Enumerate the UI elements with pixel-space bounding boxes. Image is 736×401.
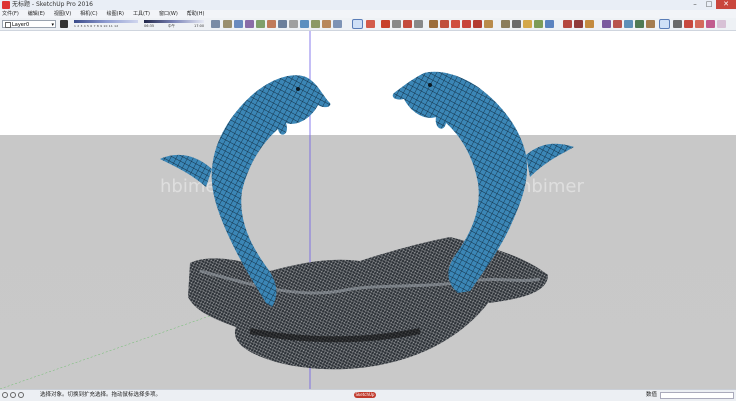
line-tool-icon[interactable]: [684, 20, 693, 28]
shadow-scale: 1 2 3 4 5 6 7 8 9 10 11 12: [74, 24, 119, 28]
measurements-input[interactable]: [660, 392, 734, 399]
pan-icon[interactable]: [333, 20, 342, 28]
dolphin-model: hbimer hbimer: [0, 31, 584, 389]
select-arrow-icon[interactable]: [352, 19, 363, 29]
tape-measure-icon[interactable]: [501, 20, 510, 28]
tape-icon[interactable]: [234, 20, 243, 28]
orbit-icon[interactable]: [322, 20, 331, 28]
menu-help[interactable]: 帮助(H): [187, 10, 205, 18]
paint-bucket-icon[interactable]: [673, 20, 682, 28]
3d-text-icon[interactable]: [278, 20, 287, 28]
credits-icon[interactable]: [10, 392, 16, 398]
menu-bar: 文件(F) 编辑(E) 视图(V) 相机(C) 绘图(R) 工具(T) 窗口(W…: [0, 10, 736, 18]
menu-window[interactable]: 窗口(W): [159, 10, 178, 18]
position-camera-icon[interactable]: [289, 20, 298, 28]
look-around-icon[interactable]: [311, 20, 320, 28]
status-bar: 选择对象。切换到扩充选择。拖动鼠标选择多项。 SketchUp 数值: [0, 389, 736, 401]
layer-select[interactable]: Layer0 ▾: [2, 20, 56, 28]
time-bar: [144, 20, 204, 23]
status-message: 选择对象。切换到扩充选择。拖动鼠标选择多项。: [40, 392, 162, 398]
style-shaded-icon[interactable]: [624, 20, 633, 28]
dimension-icon[interactable]: [267, 20, 276, 28]
rotate-icon[interactable]: [462, 20, 471, 28]
push-pull-icon[interactable]: [429, 20, 438, 28]
protractor-icon[interactable]: [245, 20, 254, 28]
time-slider[interactable]: 06:35 中午 17:00: [144, 19, 206, 29]
select-tool-icon[interactable]: [659, 19, 670, 29]
pencil-icon[interactable]: [381, 20, 390, 28]
minimize-button[interactable]: –: [688, 0, 702, 9]
menu-draw[interactable]: 绘图(R): [107, 10, 124, 18]
scale-icon[interactable]: [473, 20, 482, 28]
extension-warehouse-icon[interactable]: [574, 20, 583, 28]
shapes-icon[interactable]: [403, 20, 412, 28]
zoom-icon[interactable]: [545, 20, 554, 28]
axes-icon[interactable]: [223, 20, 232, 28]
style-mono-icon[interactable]: [646, 20, 655, 28]
time-start: 06:35: [144, 24, 155, 28]
walk-icon[interactable]: [300, 20, 309, 28]
menu-view[interactable]: 视图(V): [54, 10, 71, 18]
menu-file[interactable]: 文件(F): [2, 10, 19, 18]
follow-me-icon[interactable]: [484, 20, 493, 28]
layout-icon[interactable]: [585, 20, 594, 28]
rectangle-tool-icon[interactable]: [717, 20, 726, 28]
layer-visible-checkbox[interactable]: [5, 22, 11, 28]
help-icon[interactable]: [18, 392, 24, 398]
main-toolbar: Layer0 ▾ 1 2 3 4 5 6 7 8 9 10 11 12 06:3…: [0, 18, 736, 31]
shadow-bar: [74, 20, 138, 23]
line-dropdown-icon[interactable]: [392, 20, 401, 28]
text-icon[interactable]: [256, 20, 265, 28]
orbit-tool-icon[interactable]: [534, 20, 543, 28]
warehouse-icon[interactable]: [563, 20, 572, 28]
close-button[interactable]: ✕: [716, 0, 736, 9]
time-end: 17:00: [194, 24, 205, 28]
style-textured-icon[interactable]: [635, 20, 644, 28]
move-icon[interactable]: [451, 20, 460, 28]
maximize-button[interactable]: □: [702, 0, 716, 9]
menu-camera[interactable]: 相机(C): [80, 10, 97, 18]
measurements-label: 数值: [646, 392, 658, 398]
sketchup-app-icon: [2, 1, 10, 9]
time-mid: 中午: [168, 24, 175, 28]
section-plane-icon[interactable]: [211, 20, 220, 28]
menu-edit[interactable]: 编辑(E): [28, 10, 45, 18]
style-xray-icon[interactable]: [602, 20, 611, 28]
offset-icon[interactable]: [440, 20, 449, 28]
dimensions-icon[interactable]: [512, 20, 521, 28]
sketchup-logo: SketchUp: [354, 392, 376, 398]
paint-icon[interactable]: [523, 20, 532, 28]
geolocation-icon[interactable]: [2, 392, 8, 398]
watermark-right: hbimer: [520, 176, 584, 197]
shadow-toggle-icon[interactable]: [60, 20, 68, 28]
eraser-tool-icon[interactable]: [706, 20, 715, 28]
arc-tool-icon[interactable]: [695, 20, 704, 28]
window-title: 无标题 - SketchUp Pro 2016: [12, 1, 93, 8]
menu-tools[interactable]: 工具(T): [133, 10, 150, 18]
style-wireframe-icon[interactable]: [613, 20, 622, 28]
shadow-slider[interactable]: 1 2 3 4 5 6 7 8 9 10 11 12: [60, 19, 142, 29]
status-icons: [2, 392, 24, 398]
model-viewport[interactable]: hbimer hbimer: [0, 31, 736, 389]
chevron-down-icon: ▾: [51, 22, 54, 28]
shapes-dropdown-icon[interactable]: [414, 20, 423, 28]
eraser-icon[interactable]: [366, 20, 375, 28]
